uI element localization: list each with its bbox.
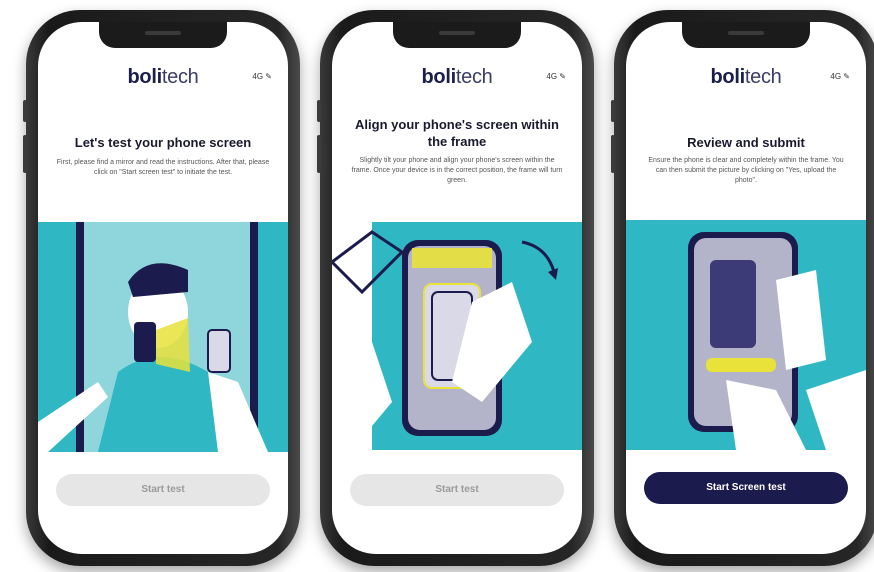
screen-title: Align your phone's screen within the fra…	[355, 117, 559, 149]
volume-button	[23, 135, 27, 173]
screen-description: First, please find a mirror and read the…	[56, 159, 270, 176]
screen-description: Slightly tilt your phone and align your …	[351, 157, 563, 184]
phone-notch	[393, 22, 521, 48]
status-indicator: 4G ✎	[252, 72, 272, 81]
phone-screen-1: bolitech 4G ✎ Let's test your phone scre…	[38, 22, 288, 554]
brand-logo: bolitech	[127, 66, 199, 88]
status-indicator: 4G ✎	[546, 72, 566, 81]
phone-screen-3: bolitech 4G ✎ Review and submit Ensure t…	[626, 22, 866, 554]
volume-button	[317, 100, 321, 122]
screen-title: Let's test your phone screen	[74, 135, 252, 150]
volume-button	[317, 135, 321, 173]
phone-notch	[99, 22, 227, 48]
phone-screen-2: bolitech 4G ✎ Align your phone's screen …	[332, 22, 582, 554]
start-test-button[interactable]: Start test	[350, 474, 564, 506]
volume-button	[23, 100, 27, 122]
align-frame-illustration	[332, 222, 582, 450]
volume-button	[611, 135, 615, 173]
phone-frame-1: bolitech 4G ✎ Let's test your phone scre…	[23, 10, 300, 566]
screen-title: Review and submit	[687, 135, 805, 150]
volume-button	[611, 100, 615, 122]
brand-logo: bolitech	[421, 66, 493, 88]
status-indicator: 4G ✎	[830, 72, 850, 81]
phone-notch	[682, 22, 810, 48]
start-screen-test-button[interactable]: Start Screen test	[644, 472, 848, 504]
phone-frame-2: bolitech 4G ✎ Align your phone's screen …	[317, 10, 594, 566]
mirror-illustration	[38, 222, 288, 452]
review-photo-illustration	[626, 220, 866, 450]
screen-description: Ensure the phone is clear and completely…	[648, 157, 844, 184]
phone-frame-3: bolitech 4G ✎ Review and submit Ensure t…	[611, 10, 874, 566]
start-test-button[interactable]: Start test	[56, 474, 270, 506]
